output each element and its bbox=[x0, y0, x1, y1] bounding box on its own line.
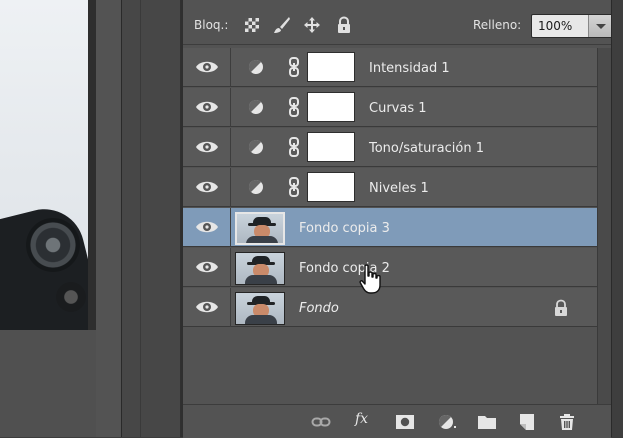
layer-name: Niveles 1 bbox=[369, 181, 429, 196]
layer-name: Tono/saturación 1 bbox=[369, 141, 485, 156]
delete-trash-icon[interactable] bbox=[557, 412, 577, 432]
layer-mask-thumbnail[interactable] bbox=[307, 52, 355, 82]
panel-right-edge bbox=[611, 0, 623, 437]
new-group-folder-icon[interactable] bbox=[477, 412, 497, 432]
layers-empty-area bbox=[183, 329, 597, 404]
layer-row-fondo-copia-2[interactable]: Fondo copia 2 bbox=[183, 248, 597, 287]
lock-transparent-icon[interactable] bbox=[243, 16, 261, 34]
layer-mask-thumbnail[interactable] bbox=[307, 132, 355, 162]
layer-name: Fondo bbox=[299, 301, 339, 316]
row-separator bbox=[230, 208, 231, 247]
lock-bar: Bloq.: Relleno: 100% bbox=[183, 6, 613, 45]
layer-row-fondo[interactable]: Fondo bbox=[183, 288, 597, 327]
mask-link-chain-icon[interactable] bbox=[287, 136, 301, 158]
layers-scrollbar[interactable] bbox=[597, 48, 611, 404]
eye-visibility-icon[interactable] bbox=[191, 214, 223, 240]
lock-icon bbox=[553, 299, 569, 317]
adjustment-layer-icon bbox=[248, 179, 264, 195]
camera-lens bbox=[26, 218, 80, 272]
row-separator bbox=[230, 288, 231, 327]
lock-label: Bloq.: bbox=[194, 18, 229, 32]
layers-bottom-toolbar: fx bbox=[183, 404, 611, 438]
fill-value: 100% bbox=[538, 19, 573, 33]
eye-visibility-icon[interactable] bbox=[191, 294, 223, 320]
layer-name: Fondo copia 3 bbox=[299, 221, 390, 236]
document-canvas[interactable] bbox=[0, 0, 121, 437]
add-mask-icon[interactable] bbox=[395, 412, 415, 432]
chevron-down-icon bbox=[596, 24, 606, 29]
row-separator bbox=[230, 88, 231, 127]
new-adjustment-icon[interactable] bbox=[437, 412, 457, 432]
panel-gutter bbox=[121, 0, 181, 437]
new-layer-icon[interactable] bbox=[517, 412, 537, 432]
layer-row-tono-saturacion[interactable]: Tono/saturación 1 bbox=[183, 128, 597, 167]
mask-link-chain-icon[interactable] bbox=[287, 176, 301, 198]
adjustment-layer-icon bbox=[248, 59, 264, 75]
thumb-coat bbox=[245, 275, 277, 284]
camera-dial bbox=[56, 282, 86, 312]
layers-panel: Bloq.: Relleno: 100% Intensidad 1 Curvas… bbox=[181, 0, 613, 438]
layer-mask-thumbnail[interactable] bbox=[307, 92, 355, 122]
eye-visibility-icon[interactable] bbox=[191, 134, 223, 160]
eye-visibility-icon[interactable] bbox=[191, 94, 223, 120]
canvas-background bbox=[0, 330, 96, 437]
layer-row-niveles[interactable]: Niveles 1 bbox=[183, 168, 597, 207]
lock-all-icon[interactable] bbox=[335, 16, 353, 34]
layer-row-curvas[interactable]: Curvas 1 bbox=[183, 88, 597, 127]
layer-name: Curvas 1 bbox=[369, 101, 427, 116]
eye-visibility-icon[interactable] bbox=[191, 54, 223, 80]
layer-name: Intensidad 1 bbox=[369, 61, 450, 76]
eye-visibility-icon[interactable] bbox=[191, 174, 223, 200]
row-separator bbox=[230, 168, 231, 207]
adjustment-layer-icon bbox=[248, 139, 264, 155]
eye-visibility-icon[interactable] bbox=[191, 254, 223, 280]
lock-position-move-icon[interactable] bbox=[303, 16, 321, 34]
fill-label: Relleno: bbox=[473, 18, 522, 32]
layer-thumbnail[interactable] bbox=[235, 252, 285, 285]
layer-thumbnail[interactable] bbox=[235, 292, 285, 325]
mask-link-chain-icon[interactable] bbox=[287, 56, 301, 78]
gutter-divider bbox=[140, 0, 141, 437]
row-separator bbox=[230, 128, 231, 167]
lock-image-brush-icon[interactable] bbox=[273, 16, 291, 34]
document-edge bbox=[88, 0, 96, 330]
adjustment-layer-icon bbox=[248, 99, 264, 115]
thumb-coat bbox=[245, 315, 277, 324]
layer-row-intensidad[interactable]: Intensidad 1 bbox=[183, 48, 597, 87]
fill-opacity-field[interactable]: 100% bbox=[531, 14, 613, 38]
layer-style-fx-icon[interactable]: fx bbox=[355, 411, 368, 427]
row-separator bbox=[230, 48, 231, 87]
mask-link-chain-icon[interactable] bbox=[287, 96, 301, 118]
layer-thumbnail[interactable] bbox=[235, 212, 285, 245]
fill-dropdown-button[interactable] bbox=[588, 15, 612, 37]
thumb-coat bbox=[246, 236, 278, 243]
layer-row-fondo-copia-3[interactable]: Fondo copia 3 bbox=[183, 208, 597, 247]
document-image bbox=[0, 0, 88, 330]
layer-mask-thumbnail[interactable] bbox=[307, 172, 355, 202]
row-separator bbox=[230, 248, 231, 287]
hand-pointer-cursor-icon bbox=[359, 264, 381, 294]
link-layers-icon[interactable] bbox=[311, 412, 331, 432]
